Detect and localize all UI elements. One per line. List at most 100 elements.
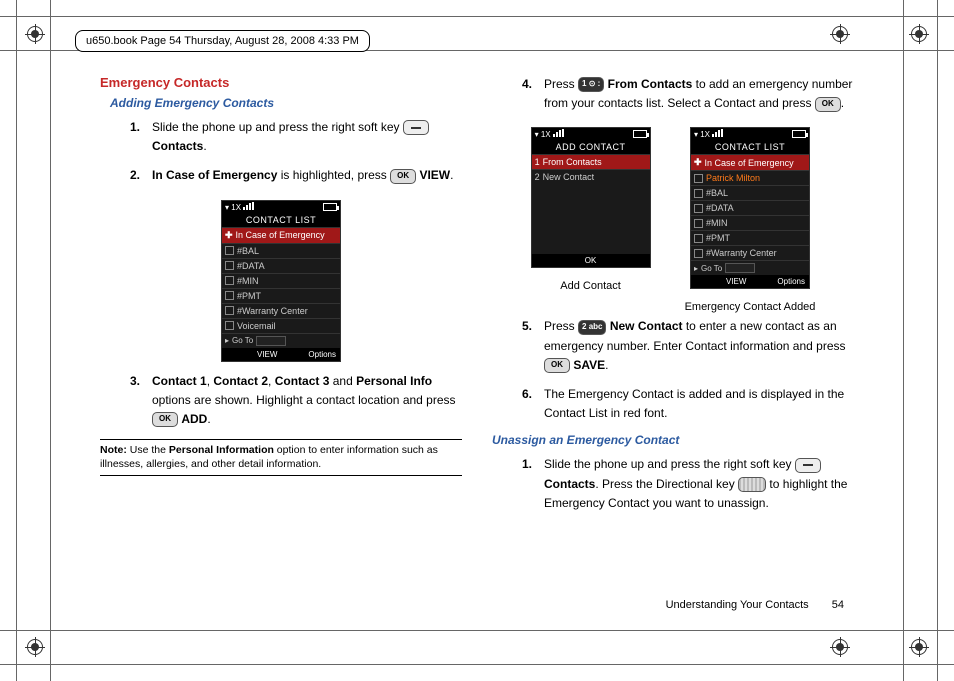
step-number: 3. [130,372,152,430]
step-text-bold: Contact 2 [213,374,268,388]
subheading-adding: Adding Emergency Contacts [110,96,462,110]
step-1: 1. Slide the phone up and press the righ… [130,118,462,156]
list-item: #MIN [237,276,259,286]
step-number: 6. [522,385,544,423]
phone-screenshot-add-contact: ▾ 1X ADD CONTACT 1From Contacts 2New Con… [531,127,651,268]
step-text: . [841,96,844,110]
step-text-bold: Contact 1 [152,374,207,388]
footer-chapter: Understanding Your Contacts [666,599,809,611]
step-6: 6. The Emergency Contact is added and is… [522,385,854,423]
goto-label: Go To [232,336,253,345]
step-text: Press [544,77,578,91]
one-key-icon: 1 ⊙ : [578,77,604,92]
note-bold: Personal Information [169,444,274,456]
step-5: 5. Press 2 abc New Contact to enter a ne… [522,317,854,375]
caption-emergency-added: Emergency Contact Added [685,301,816,313]
page-header-stamp: u650.book Page 54 Thursday, August 28, 2… [75,30,370,52]
softkey-options: Options [308,350,336,359]
page-footer: Understanding Your Contacts 54 [666,599,844,611]
page-content: Emergency Contacts Adding Emergency Cont… [100,75,854,616]
step-text: Slide the phone up and press the right s… [152,120,403,134]
softkey-options: Options [777,277,805,286]
step-text-bold: Contacts [544,477,595,491]
step-text-bold: Contact 3 [275,374,330,388]
list-item: From Contacts [543,157,602,167]
list-item: #Warranty Center [237,306,308,316]
step-text-bold: VIEW [419,168,450,182]
caption-add-contact: Add Contact [560,280,621,292]
ok-key-icon: OK [544,358,570,373]
note-text: Use the [127,444,169,456]
step-number: 1. [522,455,544,513]
list-item: #Warranty Center [706,248,777,258]
step-text: is highlighted, press [277,168,390,182]
footer-page-number: 54 [832,599,844,611]
left-column: Emergency Contacts Adding Emergency Cont… [100,75,462,616]
phone-title: CONTACT LIST [691,140,809,154]
step-text-bold: SAVE [573,358,605,372]
list-item: New Contact [543,172,595,182]
signal-label: 1X [541,130,551,139]
ok-key-icon: OK [152,412,178,427]
step-text: . [207,412,210,426]
list-item: In Case of Emergency [236,230,325,240]
battery-icon [792,130,806,138]
list-item: #BAL [237,246,259,256]
note-label: Note: [100,444,127,456]
softkey-ok: OK [585,256,597,265]
softkey-view: VIEW [726,277,746,286]
item-num: 2 [535,172,540,182]
signal-label: 1X [231,203,241,212]
note-block: Note: Use the Personal Information optio… [100,439,462,476]
phone-title: CONTACT LIST [222,213,340,227]
step-text-bold: From Contacts [608,77,693,91]
list-item: #PMT [237,291,261,301]
ok-key-icon: OK [815,97,841,112]
goto-label: Go To [701,264,722,273]
step-4: 4. Press 1 ⊙ : From Contacts to add an e… [522,75,854,113]
step-text-bold: Contacts [152,139,203,153]
step-text-bold: Personal Info [356,374,432,388]
battery-icon [323,203,337,211]
list-item: Voicemail [237,321,276,331]
list-item: #DATA [237,261,265,271]
directional-key-icon [738,477,766,492]
phone-screenshot-emergency-added: ▾ 1X CONTACT LIST ✚In Case of Emergency … [690,127,810,289]
step-number: 4. [522,75,544,113]
step-text: The Emergency Contact is added and is di… [544,387,844,420]
ok-key-icon: OK [390,169,416,184]
step-text-bold: New Contact [610,319,683,333]
step-text: options are shown. Highlight a contact l… [152,393,456,407]
step-text: Slide the phone up and press the right s… [544,457,795,471]
list-item: #DATA [706,203,734,213]
list-item: #MIN [706,218,728,228]
signal-label: 1X [700,130,710,139]
step-text: . [203,139,206,153]
step-text: . [450,168,453,182]
phone-title: ADD CONTACT [532,140,650,154]
step-text: . [605,358,608,372]
battery-icon [633,130,647,138]
step-3: 3. Contact 1, Contact 2, Contact 3 and P… [130,372,462,430]
step-number: 1. [130,118,152,156]
right-soft-key-icon [795,458,821,473]
list-item: Patrick Milton [706,173,760,183]
list-item: #PMT [706,233,730,243]
step-number: 5. [522,317,544,375]
list-item: In Case of Emergency [705,158,794,168]
step-text-bold: ADD [181,412,207,426]
right-soft-key-icon [403,120,429,135]
phone-screenshot-contact-list: ▾ 1X CONTACT LIST ✚In Case of Emergency … [221,200,341,362]
step-text: . Press the Directional key [595,477,738,491]
subheading-unassign: Unassign an Emergency Contact [492,433,854,447]
item-num: 1 [535,157,540,167]
step-2: 2. In Case of Emergency is highlighted, … [130,166,462,185]
step-number: 2. [130,166,152,185]
softkey-view: VIEW [257,350,277,359]
right-column: 4. Press 1 ⊙ : From Contacts to add an e… [492,75,854,616]
screenshots-row: ▾ 1X ADD CONTACT 1From Contacts 2New Con… [492,123,854,313]
step-text: Press [544,319,578,333]
unassign-step-1: 1. Slide the phone up and press the righ… [522,455,854,513]
step-text-bold: In Case of Emergency [152,168,277,182]
heading-emergency-contacts: Emergency Contacts [100,75,462,90]
